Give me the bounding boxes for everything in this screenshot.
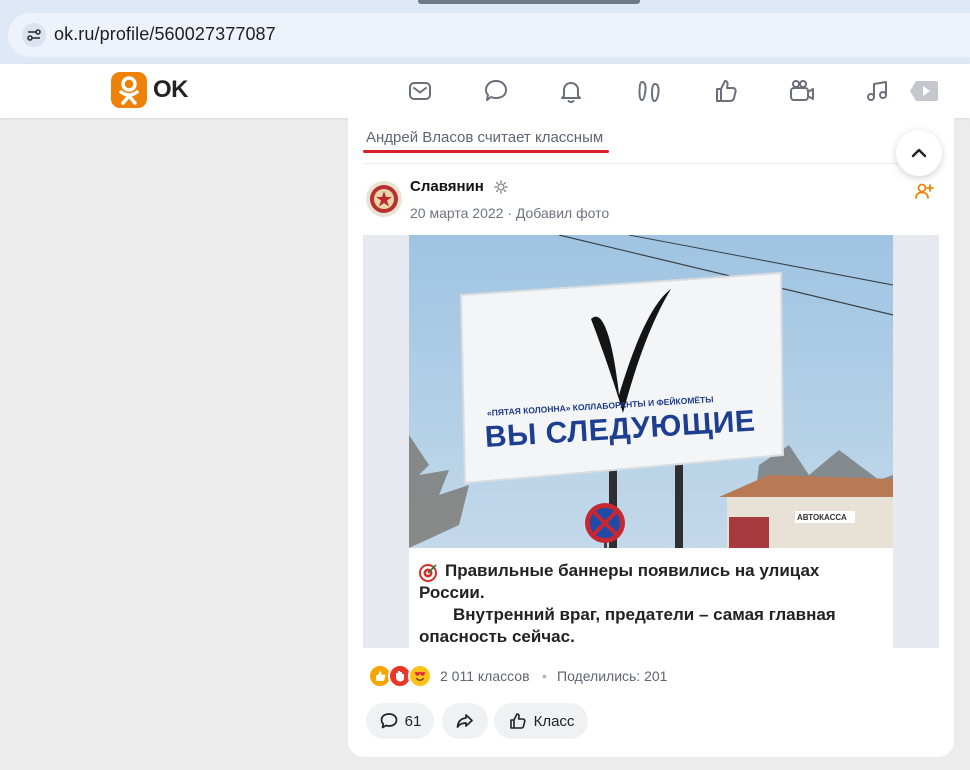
mail-icon[interactable] — [406, 77, 434, 105]
video-icon[interactable] — [788, 77, 816, 105]
active-tab-indicator — [418, 0, 640, 4]
discussions-icon[interactable] — [482, 77, 510, 105]
photo-caption: Правильные баннеры появились на улицах Р… — [409, 548, 893, 648]
post-photo[interactable]: «ПЯТАЯ КОЛОННА» КОЛЛАБОРАНТЫ И ФЕЙКОМЁТЫ… — [363, 235, 939, 648]
events-icon[interactable] — [712, 77, 740, 105]
target-emoji-icon — [419, 564, 437, 582]
love-reaction-icon — [408, 664, 432, 688]
add-friend-icon[interactable] — [914, 181, 934, 201]
ok-logo-icon — [111, 72, 147, 108]
comments-button[interactable]: 61 — [366, 703, 434, 739]
likes-count[interactable]: 2 011 классов — [440, 668, 530, 684]
share-button[interactable] — [442, 703, 488, 739]
caption-line-4: опасность сейчас. — [419, 627, 575, 646]
comments-count: 61 — [404, 712, 422, 730]
caption-line-3: Внутренний враг, предатели – самая главн… — [453, 605, 836, 624]
notifications-icon[interactable] — [557, 77, 585, 105]
music-icon[interactable] — [864, 77, 892, 105]
shop-sign: АВТОКАССА — [797, 513, 847, 522]
author-name[interactable]: Славянин — [410, 178, 484, 195]
address-bar[interactable]: ok.ru/profile/560027377087 — [8, 13, 970, 57]
sun-badge-icon — [494, 180, 508, 194]
author-avatar[interactable] — [366, 181, 402, 217]
browser-toolbar: ok.ru/profile/560027377087 — [0, 0, 970, 64]
reaction-icons[interactable] — [368, 664, 442, 688]
feed-post-card: Андрей Власов считает классным Славянин … — [348, 117, 954, 757]
caption-line-1: Правильные баннеры появились на улицах — [445, 561, 820, 580]
class-button-label: Класс — [533, 712, 575, 730]
caption-line-2: России. — [419, 583, 485, 602]
post-meta: 20 марта 2022 · Добавил фото — [410, 205, 610, 221]
class-button[interactable]: Класс — [494, 703, 588, 739]
thumbs-up-icon — [509, 713, 526, 729]
shares-count[interactable]: Поделились: 201 — [557, 668, 667, 684]
photo-image: «ПЯТАЯ КОЛОННА» КОЛЛАБОРАНТЫ И ФЕЙКОМЁТЫ… — [409, 235, 893, 648]
divider — [364, 163, 938, 164]
ok-logo-text: OK — [153, 76, 189, 103]
highlight-underline — [363, 150, 609, 153]
stats-separator: • — [542, 668, 547, 684]
url-text[interactable]: ok.ru/profile/560027377087 — [54, 24, 276, 45]
comment-icon — [380, 713, 398, 729]
chevron-up-icon — [911, 148, 927, 158]
scroll-to-top-button[interactable] — [896, 130, 942, 176]
site-settings-icon[interactable] — [22, 23, 46, 47]
guests-icon[interactable] — [635, 77, 663, 105]
liked-by-text[interactable]: Андрей Власов считает классным — [366, 129, 603, 146]
share-arrow-icon — [456, 714, 473, 728]
games-icon[interactable] — [908, 75, 940, 107]
site-header: OK — [0, 64, 970, 118]
ok-logo[interactable]: OK — [111, 72, 189, 108]
